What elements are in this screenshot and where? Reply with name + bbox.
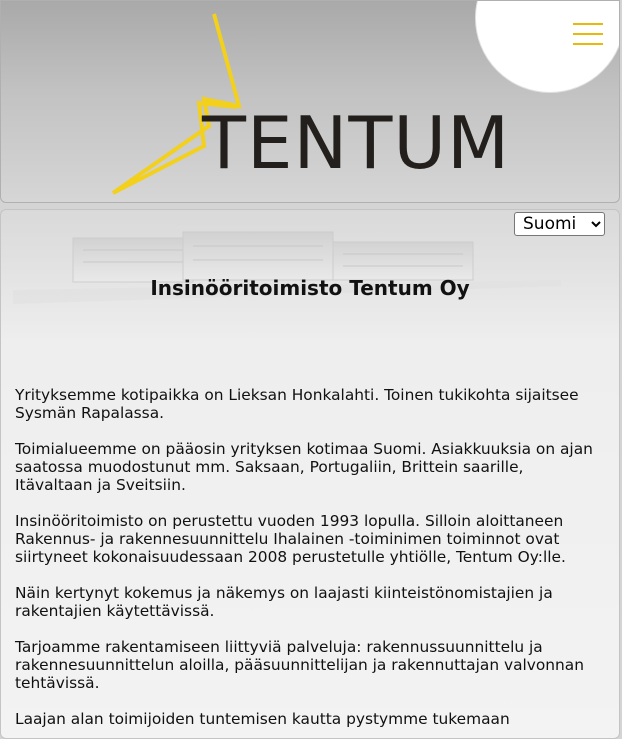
main-content: Suomi Insinööritoimisto Tentum Oy Yrityk… [0,209,620,739]
paragraph-history: Insinööritoimisto on perustettu vuoden 1… [15,512,566,566]
tentum-logo[interactable]: TENTUM [109,11,519,201]
paragraph-region: Toimialueemme on pääosin yrityksen kotim… [15,440,593,494]
paragraph-services: Tarjoamme rakentamiseen liittyviä palvel… [15,638,584,692]
paragraph-experience: Näin kertynyt kokemus ja näkemys on laaj… [15,584,553,620]
logo-text: TENTUM [202,101,511,185]
intro-text: Yrityksemme kotipaikka on Lieksan Honkal… [15,386,605,738]
site-header: TENTUM [0,0,620,203]
page-title: Insinööritoimisto Tentum Oy [150,276,470,300]
paragraph-network: Laajan alan toimijoiden tuntemisen kautt… [15,710,510,728]
paragraph-location: Yrityksemme kotipaikka on Lieksan Honkal… [15,386,579,422]
hamburger-menu-icon[interactable] [573,21,603,47]
